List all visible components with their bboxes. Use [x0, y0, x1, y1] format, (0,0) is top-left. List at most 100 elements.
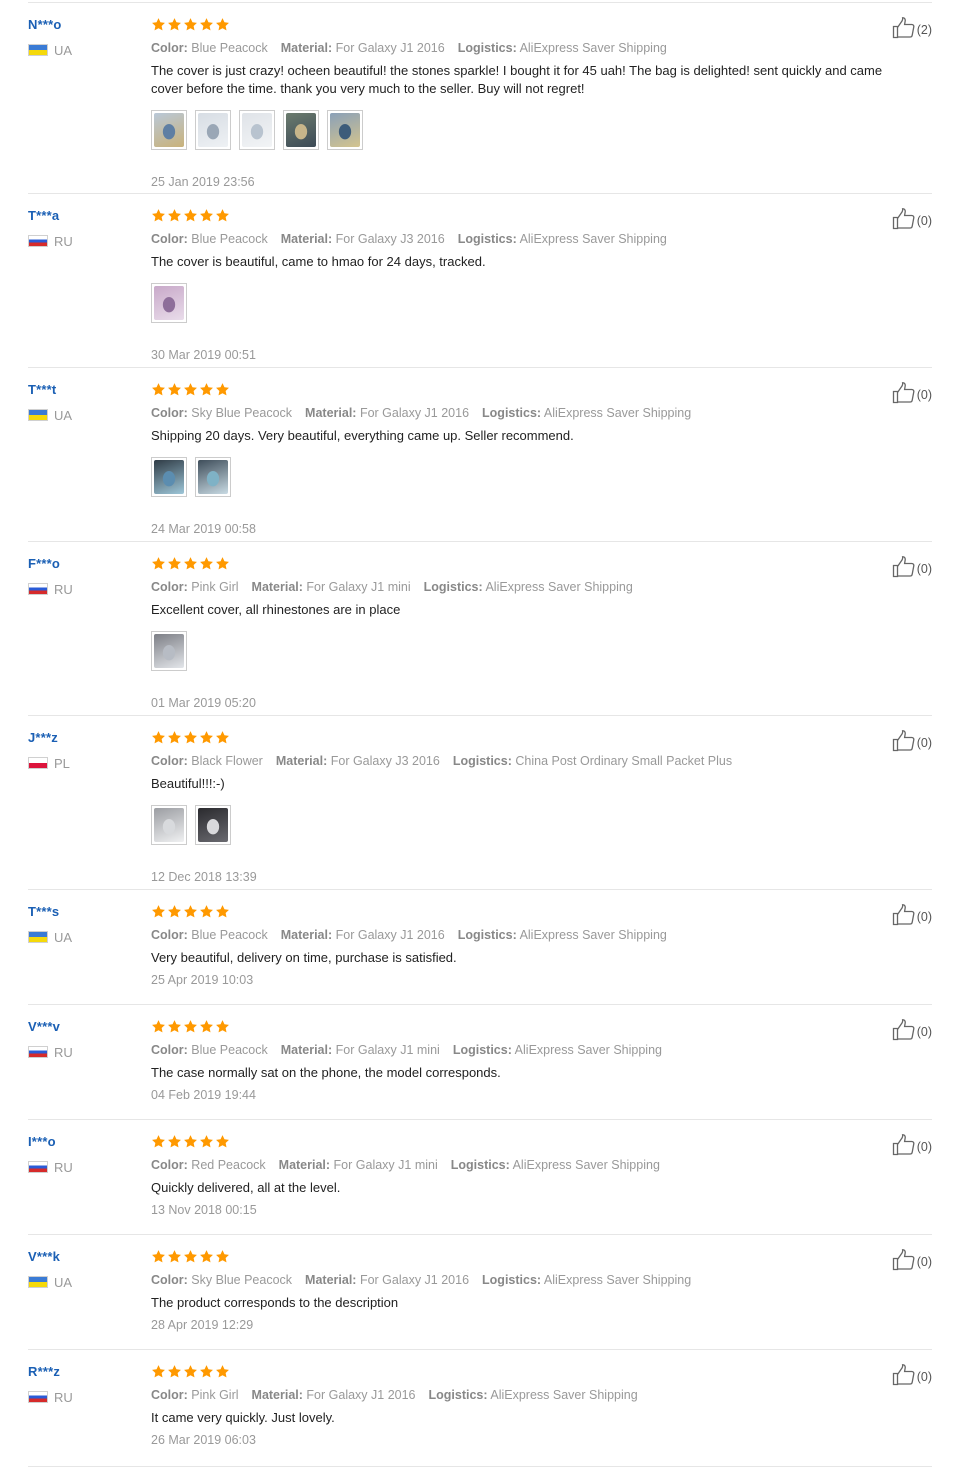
- thumbs-up-icon: [892, 1364, 916, 1386]
- star-icon: [199, 904, 214, 919]
- thumbs-up-icon: [892, 1249, 916, 1271]
- material-attribute-label: Material:: [251, 580, 303, 594]
- country-code: PL: [54, 755, 70, 771]
- helpful-count: (0): [916, 562, 932, 576]
- star-icon: [151, 1249, 166, 1264]
- review-item: I***o RU Color: Red Peacock Material: For G…: [28, 1120, 932, 1235]
- material-attribute: Material: For Galaxy J3 2016: [281, 232, 445, 246]
- review-date: 24 Mar 2019 00:58: [151, 522, 256, 536]
- reviewer-name-link[interactable]: T***t: [28, 382, 56, 397]
- helpful-button[interactable]: (0): [892, 208, 932, 230]
- review-photo-thumbnail[interactable]: [195, 805, 231, 845]
- reviewer-name-link[interactable]: V***v: [28, 1019, 60, 1034]
- reviewer-name-link[interactable]: J***z: [28, 730, 58, 745]
- reviewer-name-link[interactable]: T***s: [28, 904, 59, 919]
- review-content: Color: Blue Peacock Material: For Galaxy …: [151, 904, 911, 988]
- helpful-button[interactable]: (0): [892, 904, 932, 926]
- reviewer-country: UA: [28, 43, 72, 58]
- review-item: T***t UA Color: Sky Blue Peacock Material: …: [28, 368, 932, 542]
- reviewer-name-link[interactable]: R***z: [28, 1364, 60, 1379]
- reviewer-name-link[interactable]: T***a: [28, 208, 59, 223]
- helpful-button[interactable]: (0): [892, 1019, 932, 1041]
- material-attribute-value: For Galaxy J1 mini: [333, 1158, 438, 1172]
- color-attribute-value: Sky Blue Peacock: [191, 1273, 293, 1287]
- country-flag-icon: [28, 931, 48, 943]
- review-photo-thumbnail[interactable]: [151, 805, 187, 845]
- reviewer-country: RU: [28, 1045, 73, 1060]
- material-attribute-value: For Galaxy J3 2016: [335, 232, 445, 246]
- review-photo-thumbnail[interactable]: [151, 457, 187, 497]
- color-attribute-label: Color:: [151, 1388, 188, 1402]
- order-attributes: Color: Sky Blue Peacock Material: For Gal…: [151, 404, 911, 422]
- review-photo-thumbnail[interactable]: [195, 110, 231, 150]
- reviewer-name-link[interactable]: V***k: [28, 1249, 60, 1264]
- star-icon: [199, 1249, 214, 1264]
- logistics-attribute-value: AliExpress Saver Shipping: [519, 928, 667, 942]
- material-attribute-label: Material:: [280, 232, 333, 246]
- review-photos: [151, 283, 911, 325]
- star-icon: [167, 208, 182, 223]
- review-photo-thumbnail[interactable]: [195, 457, 231, 497]
- review-photo-thumbnail[interactable]: [327, 110, 363, 150]
- color-attribute-label: Color:: [151, 580, 188, 594]
- country-flag-icon: [28, 583, 48, 595]
- order-attributes: Color: Blue Peacock Material: For Galaxy …: [151, 230, 911, 248]
- helpful-button[interactable]: (0): [892, 382, 932, 404]
- thumbs-up-icon: [892, 208, 916, 230]
- order-attributes: Color: Sky Blue Peacock Material: For Gal…: [151, 1271, 911, 1289]
- review-date: 25 Jan 2019 23:56: [151, 175, 255, 189]
- helpful-button[interactable]: (0): [892, 1134, 932, 1156]
- review-content: Color: Sky Blue Peacock Material: For Gal…: [151, 1249, 911, 1333]
- review-photo-thumbnail[interactable]: [151, 283, 187, 323]
- star-icon: [183, 17, 198, 32]
- reviewer-name-link[interactable]: F***o: [28, 556, 60, 571]
- order-attributes: Color: Pink Girl Material: For Galaxy J1 …: [151, 578, 911, 596]
- logistics-attribute-label: Logistics:: [457, 232, 517, 246]
- logistics-attribute: Logistics: AliExpress Saver Shipping: [458, 232, 667, 246]
- color-attribute-label: Color:: [151, 1043, 188, 1057]
- color-attribute-label: Color:: [151, 1273, 188, 1287]
- helpful-button[interactable]: (0): [892, 1249, 932, 1271]
- star-icon: [199, 730, 214, 745]
- reviewer-name-link[interactable]: N***o: [28, 17, 62, 32]
- material-attribute: Material: For Galaxy J1 2016: [305, 1273, 469, 1287]
- color-attribute-label: Color:: [151, 232, 188, 246]
- star-rating: [151, 1019, 911, 1035]
- star-icon: [199, 1364, 214, 1379]
- star-icon: [183, 730, 198, 745]
- logistics-attribute-label: Logistics:: [482, 1273, 542, 1287]
- logistics-attribute-value: AliExpress Saver Shipping: [485, 580, 633, 594]
- star-rating: [151, 1134, 911, 1150]
- review-photos: [151, 110, 911, 152]
- helpful-button[interactable]: (0): [892, 556, 932, 578]
- logistics-attribute: Logistics: AliExpress Saver Shipping: [458, 928, 667, 942]
- review-item: F***o RU Color: Pink Girl Material: For Gal…: [28, 542, 932, 716]
- helpful-button[interactable]: (0): [892, 1364, 932, 1386]
- logistics-attribute-value: AliExpress Saver Shipping: [512, 1158, 660, 1172]
- review-photo-thumbnail[interactable]: [151, 110, 187, 150]
- review-photos: [151, 805, 911, 847]
- material-attribute-value: For Galaxy J1 2016: [359, 406, 470, 420]
- order-attributes: Color: Blue Peacock Material: For Galaxy …: [151, 1041, 911, 1059]
- country-code: UA: [54, 929, 73, 945]
- review-photo-thumbnail[interactable]: [283, 110, 319, 150]
- review-text: Shipping 20 days. Very beautiful, everyt…: [151, 428, 574, 443]
- color-attribute-value: Pink Girl: [191, 580, 239, 594]
- order-attributes: Color: Red Peacock Material: For Galaxy J…: [151, 1156, 911, 1174]
- review-photo-thumbnail[interactable]: [151, 631, 187, 671]
- thumbs-up-icon: [892, 382, 916, 404]
- color-attribute-label: Color:: [151, 1158, 188, 1172]
- helpful-button[interactable]: (2): [892, 17, 932, 39]
- logistics-attribute: Logistics: AliExpress Saver Shipping: [451, 1158, 660, 1172]
- logistics-attribute-value: AliExpress Saver Shipping: [543, 406, 692, 420]
- review-content: Color: Sky Blue Peacock Material: For Gal…: [151, 382, 911, 537]
- review-item: J***z PL Color: Black Flower Material: For …: [28, 716, 932, 890]
- country-code: RU: [54, 233, 73, 249]
- thumbs-up-icon: [892, 730, 916, 752]
- thumbs-up-icon: [892, 556, 916, 578]
- review-text: The cover is beautiful, came to hmao for…: [151, 254, 486, 269]
- helpful-button[interactable]: (0): [892, 730, 932, 752]
- star-icon: [151, 556, 166, 571]
- reviewer-name-link[interactable]: I***o: [28, 1134, 56, 1149]
- review-photo-thumbnail[interactable]: [239, 110, 275, 150]
